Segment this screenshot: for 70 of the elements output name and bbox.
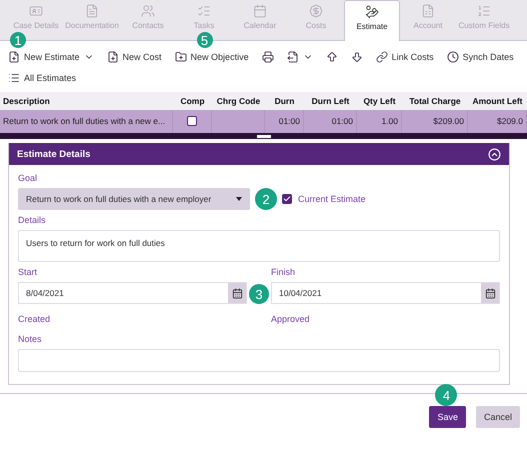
id-card-icon (29, 4, 43, 18)
arrow-down-icon (350, 51, 363, 63)
numbered-list-icon (477, 4, 491, 18)
table-cell: 1.00 (357, 110, 402, 133)
splitter-handle[interactable] (256, 134, 270, 138)
start-date-field[interactable]: 8/04/2021 (18, 282, 247, 304)
column-header: Durn (265, 92, 304, 110)
checklist-icon (197, 4, 211, 18)
column-header: Durn Left (304, 92, 357, 110)
column-header: Chrg Code (212, 92, 265, 110)
clock-icon (446, 51, 459, 63)
export-icon (286, 51, 299, 63)
notes-field[interactable] (18, 349, 500, 372)
field-label: Finish (271, 267, 296, 277)
calendar-icon (253, 4, 267, 18)
field-label: Start (18, 267, 38, 277)
column-header: Qty Left (357, 92, 402, 110)
print-button[interactable] (262, 49, 274, 65)
finish-date-field[interactable]: 10/04/2021 (271, 282, 500, 304)
current-estimate-checkbox[interactable]: Current Estimate (282, 194, 366, 204)
field-label: Goal (18, 173, 38, 183)
calendar-button[interactable] (481, 283, 499, 303)
callout-badge: 4 (435, 384, 458, 406)
table-cell: Return to work on full duties with a new e... (0, 110, 173, 133)
link-icon (376, 51, 388, 63)
save-button[interactable]: Save (429, 406, 466, 428)
toolbar-button[interactable]: Link Costs (376, 49, 434, 65)
toolbar-button[interactable]: All Estimates (8, 70, 76, 86)
table-cell: $209.00 (402, 110, 468, 133)
field-label: Details (18, 215, 47, 225)
toolbar-button[interactable]: Synch Dates (446, 49, 514, 65)
checkbox-label: Current Estimate (298, 194, 366, 204)
calendar-button[interactable] (228, 283, 246, 303)
column-header: Description (0, 92, 173, 110)
panel-title: Estimate Details (17, 148, 90, 160)
hand-coins-icon (365, 5, 379, 19)
field-label: Notes (18, 334, 43, 344)
collapse-icon[interactable] (488, 148, 501, 160)
print-icon (262, 51, 274, 63)
toolbar-button[interactable]: New Objective (174, 49, 249, 65)
dropdown-arrow-icon (236, 197, 242, 201)
tab[interactable]: Estimate (344, 0, 400, 41)
column-header: Comp (173, 92, 212, 110)
calendar-icon (484, 288, 496, 298)
callout-badge: 3 (249, 284, 269, 304)
toolbar-button[interactable]: New Cost (106, 49, 162, 65)
column-header: Amount Left (468, 92, 527, 110)
details-field[interactable]: Users to return for work on full duties (18, 230, 500, 262)
field-label: Approved (271, 314, 311, 324)
callout-badge: 1 (10, 32, 26, 48)
calendar-icon (232, 288, 242, 298)
dollar-icon (309, 4, 323, 18)
export-button[interactable] (286, 49, 313, 65)
checkbox[interactable] (282, 194, 292, 204)
checkbox[interactable] (187, 116, 197, 126)
table-cell: 01:00 (265, 110, 304, 133)
callout-badge: 2 (255, 188, 277, 210)
folder-plus-icon (174, 51, 187, 63)
column-header: Total Charge (402, 92, 468, 110)
table-cell: 01:00 (304, 110, 357, 133)
toolbar-button[interactable]: New Estimate (8, 49, 94, 65)
arrow-up-icon (326, 51, 338, 63)
file-plus-icon (106, 51, 119, 63)
document-icon (85, 4, 99, 18)
goal-dropdown[interactable]: Return to work on full duties with a new employer (18, 188, 250, 210)
people-icon (141, 4, 155, 18)
table-cell: $209.0 (468, 110, 527, 133)
cancel-button[interactable]: Cancel (476, 406, 520, 428)
file-plus-icon (8, 51, 20, 63)
field-label: Created (18, 314, 52, 324)
